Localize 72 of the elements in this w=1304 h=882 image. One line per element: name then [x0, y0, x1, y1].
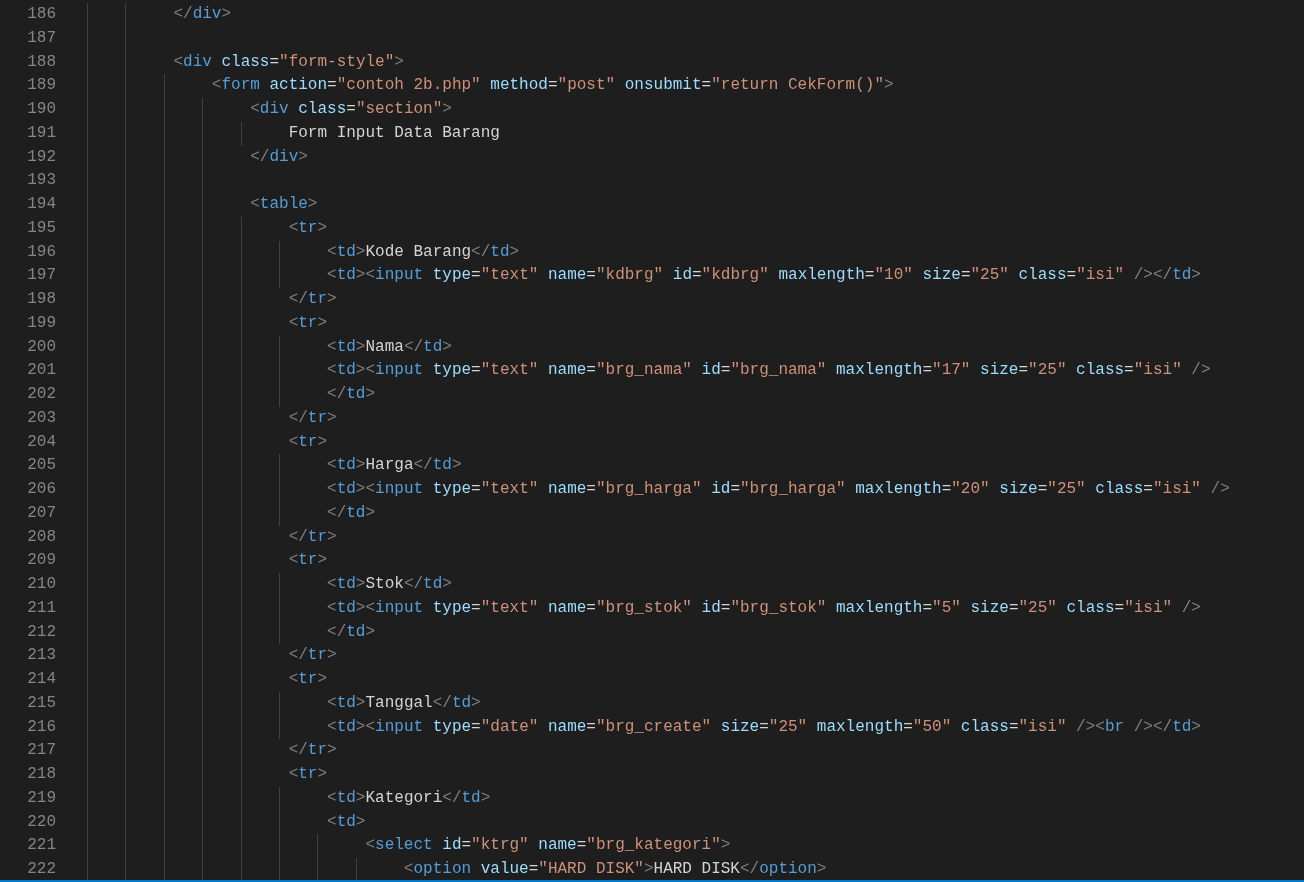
code-line: </tr> [288, 646, 337, 665]
line-number: 192 [26, 146, 56, 168]
line-number: 207 [26, 502, 56, 524]
line-number: 197 [26, 265, 56, 287]
line-number: 217 [26, 740, 56, 762]
line-number: 190 [26, 99, 56, 120]
code-line: <td>Nama</td> [327, 337, 452, 356]
line-number: 189 [26, 75, 56, 97]
code-line: </tr> [288, 290, 337, 308]
code-line: <td><input type="text" name="brg_stok" id="brg_stok" maxlength="5" size="25" class="isi" /> [327, 598, 1201, 617]
line-number: 209 [26, 550, 56, 572]
code-line: <td>Stok</td> [327, 575, 452, 593]
code-line: <tr> [288, 765, 328, 783]
line-number: 221 [26, 835, 56, 857]
code-line: <td> [327, 812, 366, 831]
line-number: 213 [26, 645, 56, 667]
code-line: <tr> [288, 670, 328, 688]
line-number: 220 [26, 811, 56, 833]
line-number: 202 [26, 384, 56, 405]
code-line: </div> [173, 5, 232, 23]
code-line: <td>Kategori</td> [327, 788, 491, 807]
code-line: <option value="HARD DISK">HARD DISK</option> [403, 860, 827, 878]
line-number: 208 [26, 526, 56, 548]
line-number: 218 [26, 764, 56, 785]
code-line: </tr> [288, 527, 337, 546]
code-line: <tr> [288, 432, 328, 451]
line-number: 205 [26, 455, 56, 477]
code-line: <td><input type="date" name="brg_create" size="25" maxlength="50" class="isi" /><br /></td> [327, 717, 1201, 736]
code-line: <select id="ktrg" name="brg_kategori"> [365, 836, 731, 855]
line-number: 199 [26, 312, 56, 334]
line-number: 187 [26, 27, 56, 49]
line-number: 212 [26, 621, 56, 643]
code-line: <div class="section"> [250, 100, 452, 118]
code-line: <table> [250, 195, 318, 213]
code-line: </td> [327, 622, 376, 641]
code-line: <td><input type="text" name="brg_nama" id="brg_nama" maxlength="17" size="25" class="isi" /> [327, 361, 1211, 380]
code-line: <tr> [288, 218, 328, 237]
code-line: <tr> [288, 551, 328, 570]
code-line: <td>Harga</td> [327, 456, 462, 475]
code-line: <td>Kode Barang</td> [327, 242, 520, 261]
line-number: 193 [26, 170, 56, 192]
line-number: 186 [26, 4, 56, 25]
line-number: 188 [26, 51, 56, 73]
line-number: 191 [26, 122, 56, 144]
code-line: <td><input type="text" name="brg_harga" id="brg_harga" maxlength="20" size="25" class="isi" /> [327, 480, 1230, 498]
code-line: <div class="form-style"> [173, 52, 404, 71]
code-line: <tr> [288, 313, 328, 332]
code-line: </tr> [288, 741, 337, 760]
line-number: 200 [26, 336, 56, 358]
line-number: 219 [26, 787, 56, 809]
line-number: 194 [26, 194, 56, 215]
line-number: 222 [26, 859, 56, 880]
line-number: 198 [26, 289, 56, 310]
line-number: 215 [26, 692, 56, 714]
line-number: 216 [26, 716, 56, 738]
line-number: 210 [26, 574, 56, 595]
code-line: </td> [327, 503, 376, 522]
line-number: 206 [26, 479, 56, 500]
code-line: <form action="contoh 2b.php" method="post" onsubmit="return CekForm()"> [211, 76, 894, 95]
line-number: 196 [26, 241, 56, 263]
code-line: </tr> [288, 408, 337, 427]
line-number: 201 [26, 360, 56, 382]
code-line: <td>Tanggal</td> [327, 693, 481, 712]
code-line: </div> [250, 147, 308, 166]
code-line: Form Input Data Barang [288, 123, 500, 142]
line-number: 195 [26, 217, 56, 239]
line-number: 211 [26, 597, 56, 619]
line-number: 204 [26, 431, 56, 453]
line-number: 214 [26, 669, 56, 690]
code-line: </td> [327, 385, 376, 403]
code-line: <td><input type="text" name="kdbrg" id="kdbrg" maxlength="10" size="25" class="isi" /></td> [327, 266, 1201, 285]
line-number: 203 [26, 407, 56, 429]
